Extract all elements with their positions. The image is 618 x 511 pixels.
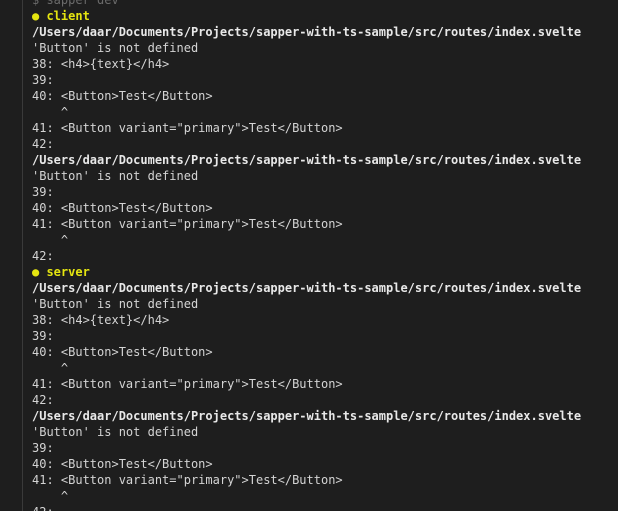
terminal-line-code: 41: <Button variant="primary">Test</Butt… [32,121,343,135]
terminal-line-section: ● server [32,265,90,279]
terminal-line-code: 41: <Button variant="primary">Test</Butt… [32,217,343,231]
terminal-line-code: 40: <Button>Test</Button> [32,89,213,103]
terminal-line-code: 42: [32,504,581,511]
terminal-line-code: 38: <h4>{text}</h4> [32,313,170,327]
terminal-line-code: 38: <h4>{text}</h4> [32,57,170,71]
terminal-line-code: 40: <Button>Test</Button> [32,201,213,215]
terminal-line-code: 41: <Button variant="primary">Test</Butt… [32,377,343,391]
terminal-line-msg: 'Button' is not defined [32,169,199,183]
terminal-line-code: 39: [32,185,61,199]
gutter-divider [22,0,23,511]
terminal-line-path: /Users/daar/Documents/Projects/sapper-wi… [32,153,582,167]
terminal-line-caret: ^ [32,361,69,375]
terminal-line-msg: 'Button' is not defined [32,297,199,311]
terminal-line-code: 42: [32,249,61,263]
terminal-line-code: 42: [32,393,61,407]
terminal-line-caret: ^ [32,105,69,119]
terminal-line-msg: 'Button' is not defined [32,425,199,439]
terminal-line-code: 39: [32,73,61,87]
terminal-lines: $ sapper dev ● client/Users/daar/Document… [32,0,581,511]
terminal-line-section: ● client [32,9,90,23]
terminal-line-dim: $ sapper dev [32,0,119,7]
terminal-line-path: /Users/daar/Documents/Projects/sapper-wi… [32,25,582,39]
terminal-line-caret: ^ [32,233,69,247]
terminal-line-path: /Users/daar/Documents/Projects/sapper-wi… [32,409,582,423]
terminal-line-code: 42: [32,137,61,151]
terminal-line-code: 39: [32,329,61,343]
terminal-line-code: 40: <Button>Test</Button> [32,345,213,359]
terminal-line-code: 41: <Button variant="primary">Test</Butt… [32,473,343,487]
terminal-line-msg: 'Button' is not defined [32,41,199,55]
terminal-output[interactable]: $ sapper dev ● client/Users/daar/Document… [0,0,618,511]
terminal-line-code: 39: [32,441,61,455]
terminal-line-caret: ^ [32,489,69,503]
terminal-line-code: 40: <Button>Test</Button> [32,457,213,471]
terminal-line-path: /Users/daar/Documents/Projects/sapper-wi… [32,281,582,295]
